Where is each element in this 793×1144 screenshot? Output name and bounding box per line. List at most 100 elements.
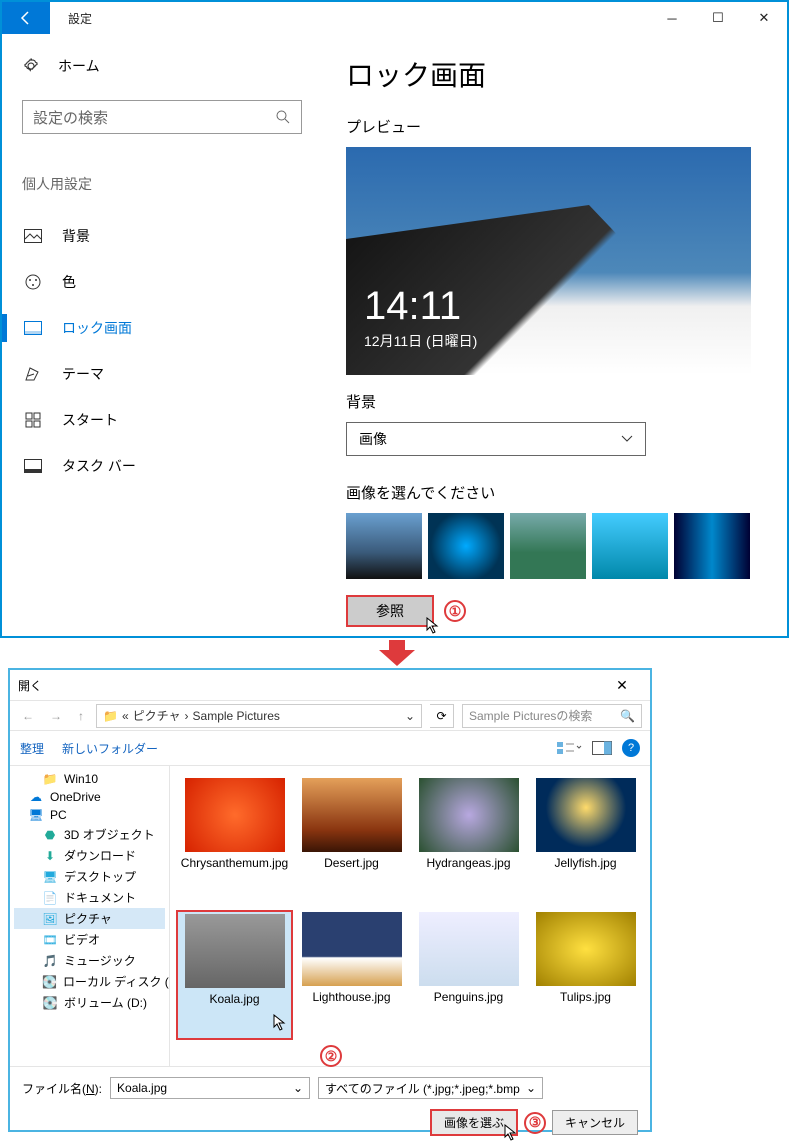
theme-icon [24,366,42,382]
documents-icon: 📄 [42,891,58,905]
tree-item-volume[interactable]: 💽ボリューム (D:) [14,992,165,1013]
thumb-5[interactable] [674,513,750,579]
path-seg[interactable]: ピクチャ [133,707,181,724]
palette-icon [24,273,42,291]
pc-icon: 🖥 [28,808,44,822]
file-item-lighthouse[interactable]: Lighthouse.jpg [293,910,410,1040]
background-dropdown[interactable]: 画像 [346,422,646,456]
tree-item-music[interactable]: 🎵ミュージック [14,950,165,971]
search-placeholder: Sample Picturesの検索 [469,707,592,724]
path-seg[interactable]: Sample Pictures [193,709,280,723]
nav-label: 背景 [62,226,90,246]
nav-label: テーマ [62,364,104,384]
file-item-hydrangeas[interactable]: Hydrangeas.jpg [410,776,527,906]
dialog-search-input[interactable]: Sample Picturesの検索 🔍 [462,704,642,728]
nav-label: ロック画面 [62,318,132,338]
music-icon: 🎵 [42,954,58,968]
file-item-koala[interactable]: Koala.jpg [176,910,293,1040]
file-type-filter[interactable]: すべてのファイル (*.jpg;*.jpeg;*.bmp ⌄ [318,1077,543,1099]
tree-item-localdisk[interactable]: 💽ローカル ディスク (C [14,971,165,992]
thumb-2[interactable] [428,513,504,579]
nav-color[interactable]: 色 [22,262,302,302]
chevron-down-icon[interactable]: ⌄ [405,709,415,723]
nav-start[interactable]: スタート [22,400,302,440]
search-input[interactable]: 設定の検索 [22,100,302,134]
objects-icon: ⬣ [42,828,58,842]
background-label: 背景 [346,391,765,412]
folder-tree: 📁Win10 ☁OneDrive 🖥PC ⬣3D オブジェクト ⬇ダウンロード … [10,766,170,1066]
organize-menu[interactable]: 整理 [20,740,44,757]
nav-up-button[interactable]: ↑ [74,709,88,723]
search-icon [275,109,291,125]
picture-icon [24,229,42,243]
back-button[interactable] [2,2,50,34]
tree-item-win10[interactable]: 📁Win10 [14,770,165,788]
filename-label: ファイル名(N): [22,1080,102,1097]
choose-image-label: 画像を選んでください [346,482,765,503]
nav-back-button[interactable]: ← [18,709,38,723]
chevron-down-icon [621,435,633,443]
tree-item-documents[interactable]: 📄ドキュメント [14,887,165,908]
thumb-1[interactable] [346,513,422,579]
page-title: ロック画面 [346,54,765,94]
file-grid: Chrysanthemum.jpg Desert.jpg Hydrangeas.… [170,766,650,1066]
nav-forward-button[interactable]: → [46,709,66,723]
tree-item-pc[interactable]: 🖥PC [14,806,165,824]
filename-input[interactable]: Koala.jpg ⌄ [110,1077,310,1099]
path-bar[interactable]: 📁 « ピクチャ › Sample Pictures ⌄ [96,704,422,728]
file-item-chrysanthemum[interactable]: Chrysanthemum.jpg [176,776,293,906]
nav-taskbar[interactable]: タスク バー [22,446,302,486]
download-icon: ⬇ [42,849,58,863]
thumb-4[interactable] [592,513,668,579]
dialog-navbar: ← → ↑ 📁 « ピクチャ › Sample Pictures ⌄ ⟳ Sam… [10,700,650,730]
thumbnail-row [346,513,765,579]
file-open-dialog: 開く ✕ ← → ↑ 📁 « ピクチャ › Sample Pictures ⌄ … [8,668,652,1132]
file-item-penguins[interactable]: Penguins.jpg [410,910,527,1040]
onedrive-icon: ☁ [28,790,44,804]
dialog-close-button[interactable]: ✕ [602,677,642,694]
help-button[interactable]: ? [622,739,640,757]
nav-label: スタート [62,410,118,430]
close-button[interactable]: ✕ [741,2,787,34]
nav-label: タスク バー [62,456,136,476]
annotation-2: ② [320,1045,342,1067]
videos-icon: 🎞 [42,933,58,947]
minimize-button[interactable]: ─ [649,2,695,34]
preview-label: プレビュー [346,116,765,137]
nav-lock-screen[interactable]: ロック画面 [22,308,302,348]
new-folder-button[interactable]: 新しいフォルダー [62,740,158,757]
preview-pane-button[interactable] [592,741,612,755]
chevron-down-icon[interactable]: ⌄ [526,1081,536,1095]
folder-icon: 📁 [103,709,118,723]
tree-item-3dobjects[interactable]: ⬣3D オブジェクト [14,824,165,845]
cancel-button[interactable]: キャンセル [552,1110,638,1135]
pictures-icon: 🖼 [42,912,58,926]
browse-label: 参照 [376,603,404,619]
search-icon: 🔍 [620,709,635,723]
maximize-button[interactable]: ☐ [695,2,741,34]
home-label: ホーム [58,56,100,76]
tree-item-pictures[interactable]: 🖼ピクチャ [14,908,165,929]
file-item-desert[interactable]: Desert.jpg [293,776,410,906]
file-item-tulips[interactable]: Tulips.jpg [527,910,644,1040]
nav-background[interactable]: 背景 [22,216,302,256]
tree-item-desktop[interactable]: 🖥デスクトップ [14,866,165,887]
thumb-3[interactable] [510,513,586,579]
home-link[interactable]: ホーム [22,56,302,76]
sidebar: ホーム 設定の検索 個人用設定 背景 色 ロック画面 [2,34,322,636]
disk-icon: 💽 [42,996,58,1010]
section-label: 個人用設定 [22,174,302,194]
view-mode-button[interactable] [556,740,582,756]
refresh-button[interactable]: ⟳ [430,704,454,728]
browse-button[interactable]: 参照 [346,595,434,627]
chevron-down-icon[interactable]: ⌄ [293,1081,303,1095]
tree-item-videos[interactable]: 🎞ビデオ [14,929,165,950]
tree-item-downloads[interactable]: ⬇ダウンロード [14,845,165,866]
cursor-icon [426,617,440,635]
taskbar-icon [24,459,42,473]
tree-item-onedrive[interactable]: ☁OneDrive [14,788,165,806]
main-panel: ロック画面 プレビュー 14:11 12月11日 (日曜日) 背景 画像 画像を… [322,34,787,636]
file-item-jellyfish[interactable]: Jellyfish.jpg [527,776,644,906]
cursor-icon [273,1014,287,1032]
nav-theme[interactable]: テーマ [22,354,302,394]
